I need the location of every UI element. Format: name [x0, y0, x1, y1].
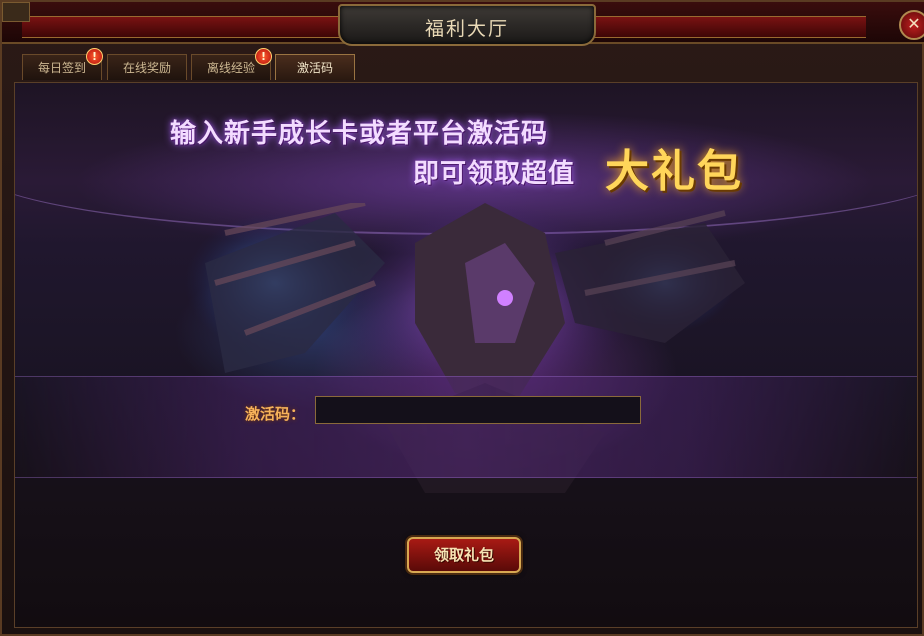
banner-headline-2: 即可领取超值 [413, 159, 576, 189]
tab-label: 激活码 [296, 61, 333, 75]
window-title: 福利大厅 [424, 18, 509, 40]
gift-pack-title: 大礼包 [605, 146, 743, 197]
alert-badge-icon: ! [86, 48, 103, 65]
title-bar: 福利大厅 ✕ [2, 2, 924, 46]
input-band [15, 376, 917, 478]
activation-code-label: 激活码： [245, 405, 306, 423]
tab-label: 离线经验 [206, 61, 255, 75]
alert-badge-icon: ! [255, 48, 272, 65]
title-plate: 福利大厅 [338, 4, 596, 46]
tab-label: 每日签到 [37, 61, 86, 75]
claim-gift-button[interactable]: 领取礼包 [407, 537, 521, 573]
activation-panel: 输入新手成长卡或者平台激活码 即可领取超值 大礼包 激活码： 领取礼包 [14, 82, 918, 628]
close-icon[interactable]: ✕ [899, 10, 924, 40]
tab-activation-code[interactable]: 激活码 [275, 54, 355, 80]
game-window: 福利大厅 ✕ 每日签到 ! 在线奖励 离线经验 ! 激活码 输入新手成长卡或者平… [0, 0, 924, 636]
tab-online-reward[interactable]: 在线奖励 [107, 54, 187, 80]
activation-code-input[interactable] [315, 396, 641, 424]
corner-ornament-left [2, 2, 30, 22]
banner-headline-1: 输入新手成长卡或者平台激活码 [170, 119, 549, 149]
tab-label: 在线奖励 [122, 61, 171, 75]
